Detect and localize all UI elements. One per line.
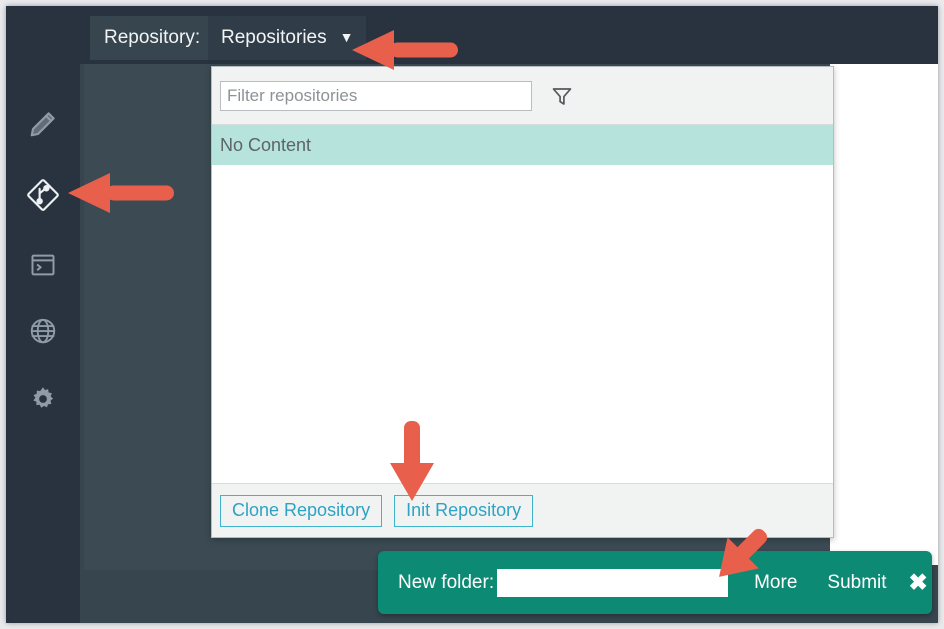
filter-repositories-input[interactable] <box>220 80 532 111</box>
sidebar-rail <box>6 6 80 623</box>
chevron-down-icon: ▼ <box>339 29 354 45</box>
sidebar-item-edit[interactable] <box>6 96 80 152</box>
repositories-dropdown-value: Repositories <box>221 27 327 48</box>
git-icon <box>25 177 61 213</box>
gear-icon <box>28 384 58 414</box>
init-repository-button[interactable]: Init Repository <box>394 494 534 527</box>
dropdown-footer: Clone Repository Init Repository <box>212 483 833 537</box>
terminal-icon <box>29 251 57 279</box>
content-pane <box>830 64 938 565</box>
more-button[interactable]: More <box>754 572 797 594</box>
repositories-dropdown-button[interactable]: Repositories ▼ <box>208 16 367 60</box>
pencil-icon <box>28 109 58 139</box>
repository-label: Repository: <box>90 16 215 60</box>
new-folder-input[interactable] <box>497 568 729 597</box>
list-item[interactable]: No Content <box>212 125 833 165</box>
funnel-icon[interactable] <box>549 83 575 109</box>
sidebar-item-browser[interactable] <box>6 303 80 359</box>
new-folder-label: New folder: <box>398 571 495 593</box>
app-window: Repository: Repositories ▼ No Content <box>6 6 938 623</box>
sidebar-item-settings[interactable] <box>6 371 80 427</box>
screenshot-root: Repository: Repositories ▼ No Content <box>0 0 944 629</box>
repository-list[interactable]: No Content <box>212 125 833 483</box>
submit-button[interactable]: Submit <box>827 572 886 594</box>
top-toolbar: Repository: Repositories ▼ <box>80 6 938 64</box>
new-folder-prompt: New folder: More Submit ✖ <box>378 551 932 614</box>
close-icon[interactable]: ✖ <box>909 571 928 594</box>
repositories-dropdown-panel: No Content Clone Repository Init Reposit… <box>211 66 834 538</box>
dropdown-filter-bar <box>212 67 833 125</box>
list-item-label: No Content <box>220 134 312 155</box>
globe-icon <box>28 316 58 346</box>
sidebar-item-git[interactable] <box>6 167 80 223</box>
clone-repository-button[interactable]: Clone Repository <box>220 494 383 527</box>
sidebar-item-terminal[interactable] <box>6 237 80 293</box>
